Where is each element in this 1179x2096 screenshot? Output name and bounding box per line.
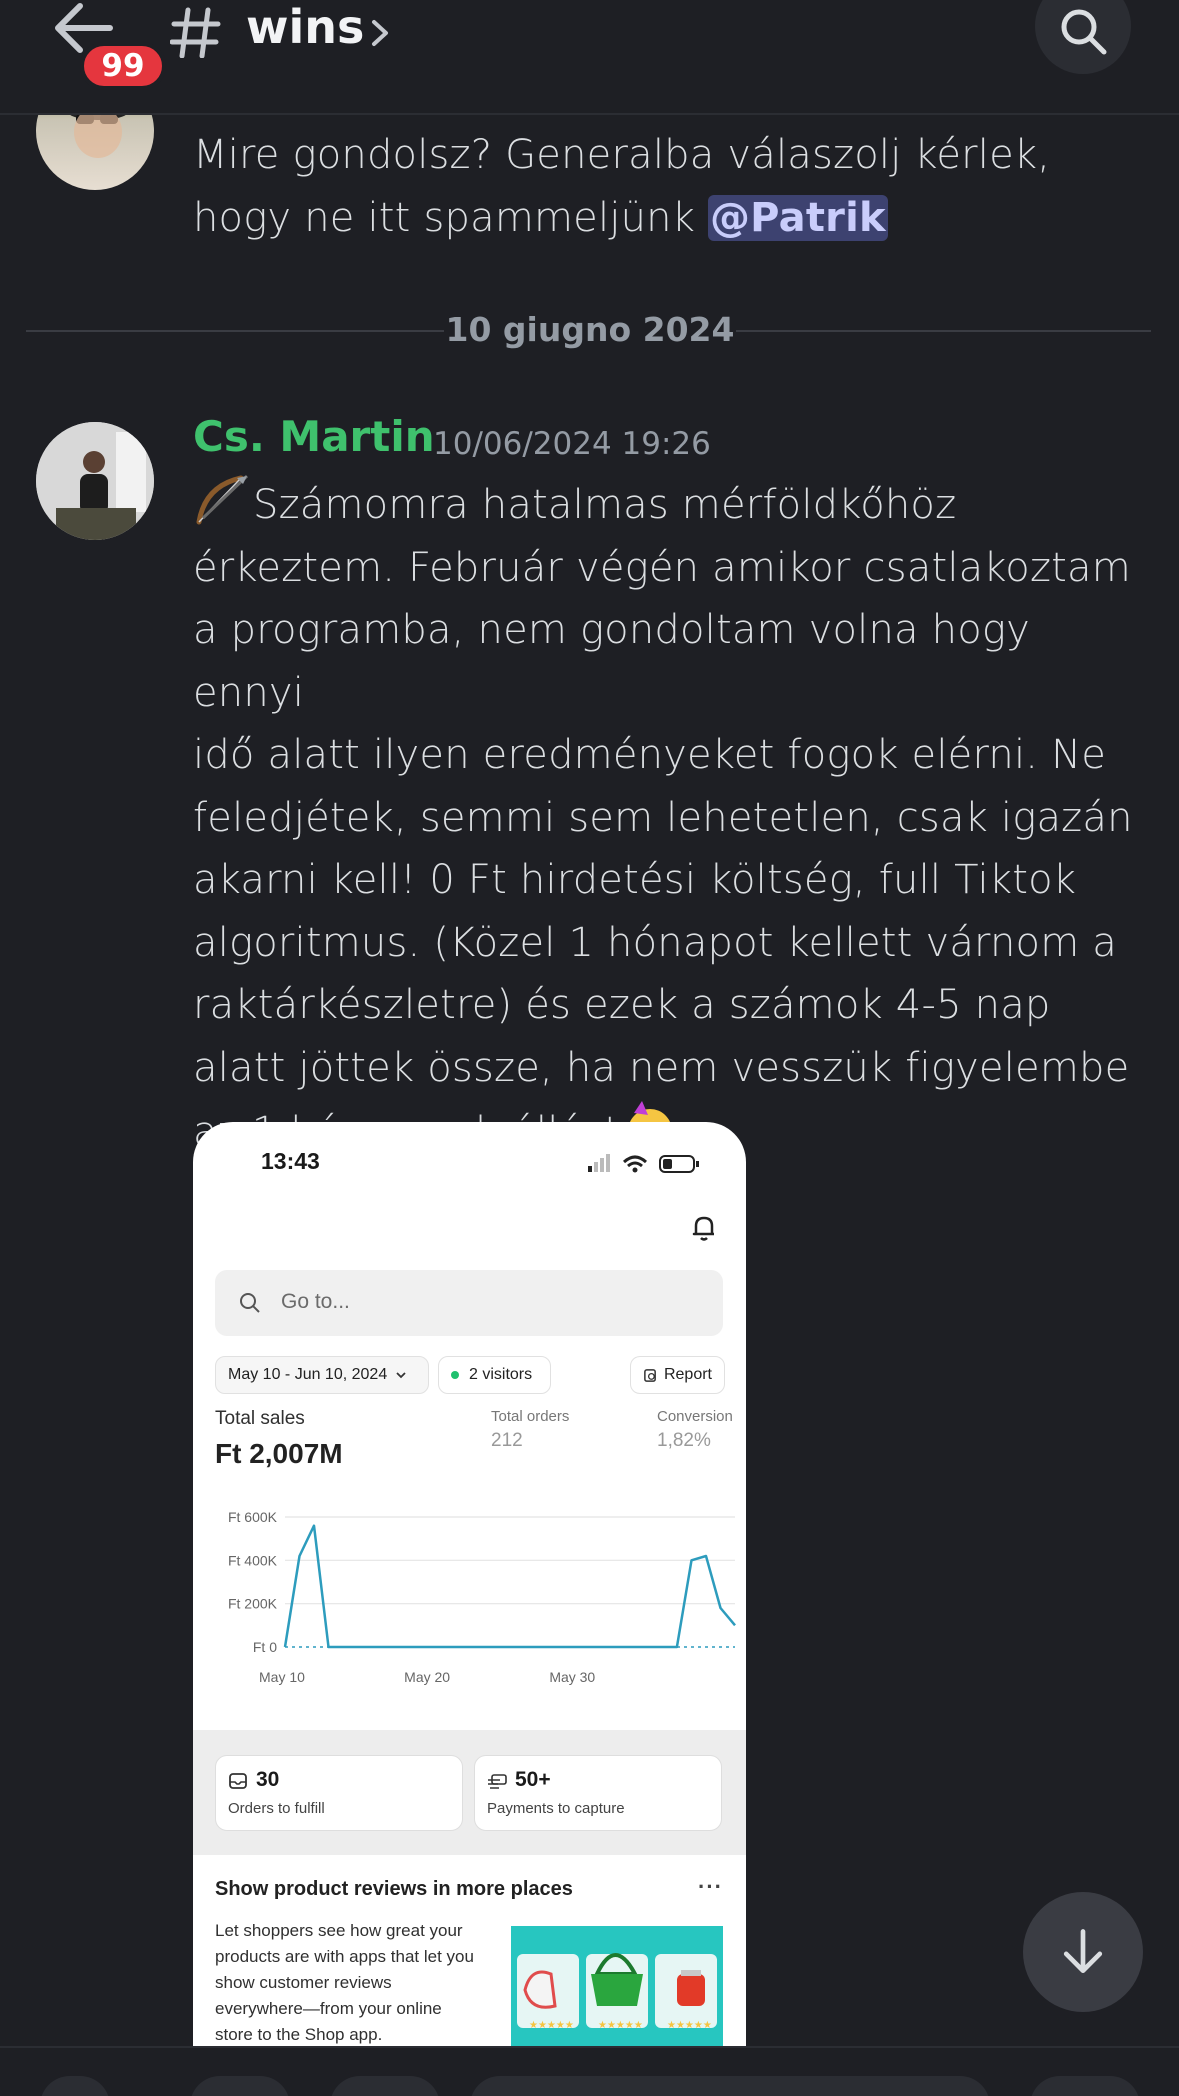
sales-chart: Ft 600K Ft 400K Ft 200K Ft 0 May 10 May 20 Ma… [228, 1509, 736, 1685]
message-line: hogy ne itt spammeljünk [193, 194, 708, 241]
message-line: a programba, nem gondoltam volna hogy en… [193, 607, 1030, 716]
date-divider: 10 giugno 2024 [26, 310, 1151, 350]
payments-card[interactable]: 50+ Payments to capture [474, 1755, 722, 1831]
chevron-right-icon [372, 20, 388, 46]
search-icon [240, 1293, 260, 1313]
status-icons [588, 1154, 699, 1173]
total-sales-label: Total sales [215, 1408, 305, 1429]
bow-and-arrow-icon [196, 474, 249, 525]
message-line: Mire gondolsz? Generalba válaszolj kérle… [193, 132, 1051, 178]
svg-text:★★★★★: ★★★★★ [598, 2020, 643, 2031]
x-tick-label: May 20 [404, 1669, 450, 1685]
image-attachment[interactable]: 13:43 Go to... May 10 - Jun 10, 2024 2 v… [193, 1122, 746, 2047]
message-line: algoritmus. (Közel 1 hónapot kellett vár… [193, 919, 1117, 966]
date-divider-text: 10 giugno 2024 [445, 310, 735, 349]
x-tick-label: May 30 [549, 1669, 595, 1685]
visitors-label: 2 visitors [469, 1366, 533, 1383]
hash-icon [170, 7, 221, 58]
avatar[interactable] [36, 422, 154, 540]
total-sales-value: Ft 2,007M [215, 1438, 343, 1469]
x-tick-label: May 10 [259, 1669, 305, 1685]
inbox-icon [229, 1773, 247, 1789]
message-line: feledjétek, semmi sem lehetetlen, csak i… [193, 794, 1133, 841]
unread-badge: 99 [80, 42, 166, 90]
message-line: alatt jöttek össze, ha nem vesszük figye… [193, 1044, 1130, 1091]
conversion-label: Conversion [657, 1408, 733, 1425]
message-author[interactable]: Cs. Martin [193, 412, 435, 461]
reviews-title: Show product reviews in more places [215, 1878, 573, 1900]
message-timestamp: 10/06/2024 19:26 [433, 426, 711, 462]
status-bar-time: 13:43 [261, 1148, 320, 1174]
report-button[interactable]: Report [630, 1356, 725, 1394]
y-tick-label: Ft 200K [228, 1596, 278, 1612]
bell-icon[interactable] [688, 1212, 720, 1244]
message-text: Számomra hatalmas mérföldkőhöz érkeztem.… [193, 472, 1153, 1164]
conversion-value: 1,82% [657, 1430, 711, 1451]
arrow-down-icon [1063, 1929, 1103, 1973]
message-composer-bar [0, 2046, 1179, 2096]
orders-count: 30 [256, 1768, 280, 1791]
message-line: Számomra hatalmas mérföldkőhöz [253, 482, 957, 528]
reviews-body: Let shoppers see how great your products… [215, 1918, 515, 2047]
search-icon [1061, 9, 1107, 55]
gift-button[interactable] [330, 2076, 440, 2096]
chart-series-line [283, 1524, 736, 1649]
message-line: érkeztem. Február végén amikor csatlakoz… [193, 544, 1131, 591]
payments-label: Payments to capture [487, 1800, 625, 1817]
y-tick-label: Ft 600K [228, 1509, 278, 1525]
report-label: Report [663, 1366, 712, 1383]
total-orders-label: Total orders [491, 1408, 570, 1425]
message-line: akarni kell! 0 Ft hirdetési költség, ful… [193, 857, 1077, 903]
orders-card[interactable]: 30 Orders to fulfill [215, 1755, 463, 1831]
channel-header: 99 wins [0, 0, 1179, 115]
user-mention[interactable]: @Patrik [707, 194, 888, 241]
y-tick-label: Ft 0 [253, 1639, 277, 1655]
report-icon [644, 1368, 656, 1382]
reviews-line: store to the Shop app. [215, 2025, 383, 2044]
reviews-line: Let shoppers see how great your [215, 1921, 463, 1940]
total-orders-value: 212 [491, 1430, 523, 1451]
chevron-down-icon [396, 1372, 406, 1379]
payment-icon [488, 1774, 507, 1789]
message-line: raktárkészletre) és ezek a számok 4-5 na… [193, 982, 1051, 1028]
search-placeholder: Go to... [281, 1290, 350, 1313]
message-text: Mire gondolsz? Generalba válaszolj kérle… [193, 124, 1153, 249]
message-line: idő alatt ilyen eredményeket fogok elérn… [193, 732, 1107, 778]
search-input[interactable]: Go to... [215, 1270, 723, 1336]
date-range-filter[interactable]: May 10 - Jun 10, 2024 [215, 1356, 429, 1394]
more-options-icon[interactable]: ··· [698, 1874, 723, 1900]
svg-text:★★★★★: ★★★★★ [667, 2020, 712, 2031]
reviews-illustration: ★★★★★ ★★★★★ ★★★★★ [511, 1926, 723, 2047]
message-input[interactable] [470, 2076, 990, 2096]
plus-button[interactable] [40, 2076, 110, 2096]
reviews-line: everywhere—from your online [215, 1999, 442, 2018]
visitors-pill[interactable]: 2 visitors [438, 1356, 551, 1394]
reviews-line: show customer reviews [215, 1973, 392, 1992]
reviews-line: products are with apps that let you [215, 1947, 474, 1966]
orders-label: Orders to fulfill [228, 1800, 325, 1817]
payments-count: 50+ [515, 1768, 551, 1791]
date-range-label: May 10 - Jun 10, 2024 [228, 1366, 388, 1383]
product-icons: ★★★★★ ★★★★★ ★★★★★ [523, 1953, 712, 2031]
svg-text:★★★★★: ★★★★★ [529, 2020, 574, 2031]
apps-button[interactable] [190, 2076, 290, 2096]
jump-to-present-button[interactable] [1023, 1892, 1143, 2012]
mic-button[interactable] [1030, 2076, 1140, 2096]
search-button[interactable] [1035, 0, 1131, 74]
channel-name[interactable]: wins [246, 0, 364, 54]
y-tick-label: Ft 400K [228, 1552, 278, 1568]
